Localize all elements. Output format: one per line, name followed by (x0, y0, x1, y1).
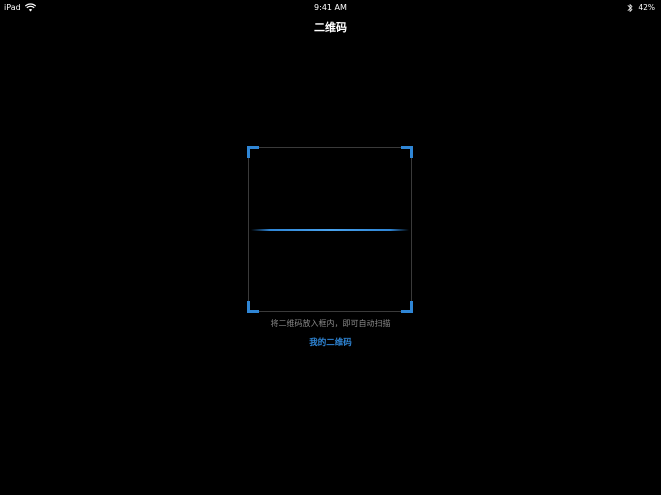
scan-corner-top-right (401, 146, 413, 158)
status-right: 42% (627, 2, 655, 13)
scan-line (251, 229, 409, 231)
my-qr-code-link[interactable]: 我的二维码 (0, 337, 661, 349)
page-title: 二维码 (314, 21, 347, 34)
my-qr-code-label[interactable]: 我的二维码 (309, 337, 352, 349)
scan-hint: 将二维码放入框内，即可自动扫描 (270, 319, 391, 328)
scan-corner-bottom-left (247, 301, 259, 313)
bluetooth-icon (627, 3, 633, 12)
status-bar: iPad 9:41 AM 42% (0, 0, 661, 14)
scan-corner-top-left (247, 146, 259, 158)
status-time: 9:41 AM (314, 3, 347, 12)
scan-frame (247, 146, 413, 313)
battery-percentage: 42% (638, 3, 655, 12)
scan-corner-bottom-right (401, 301, 413, 313)
